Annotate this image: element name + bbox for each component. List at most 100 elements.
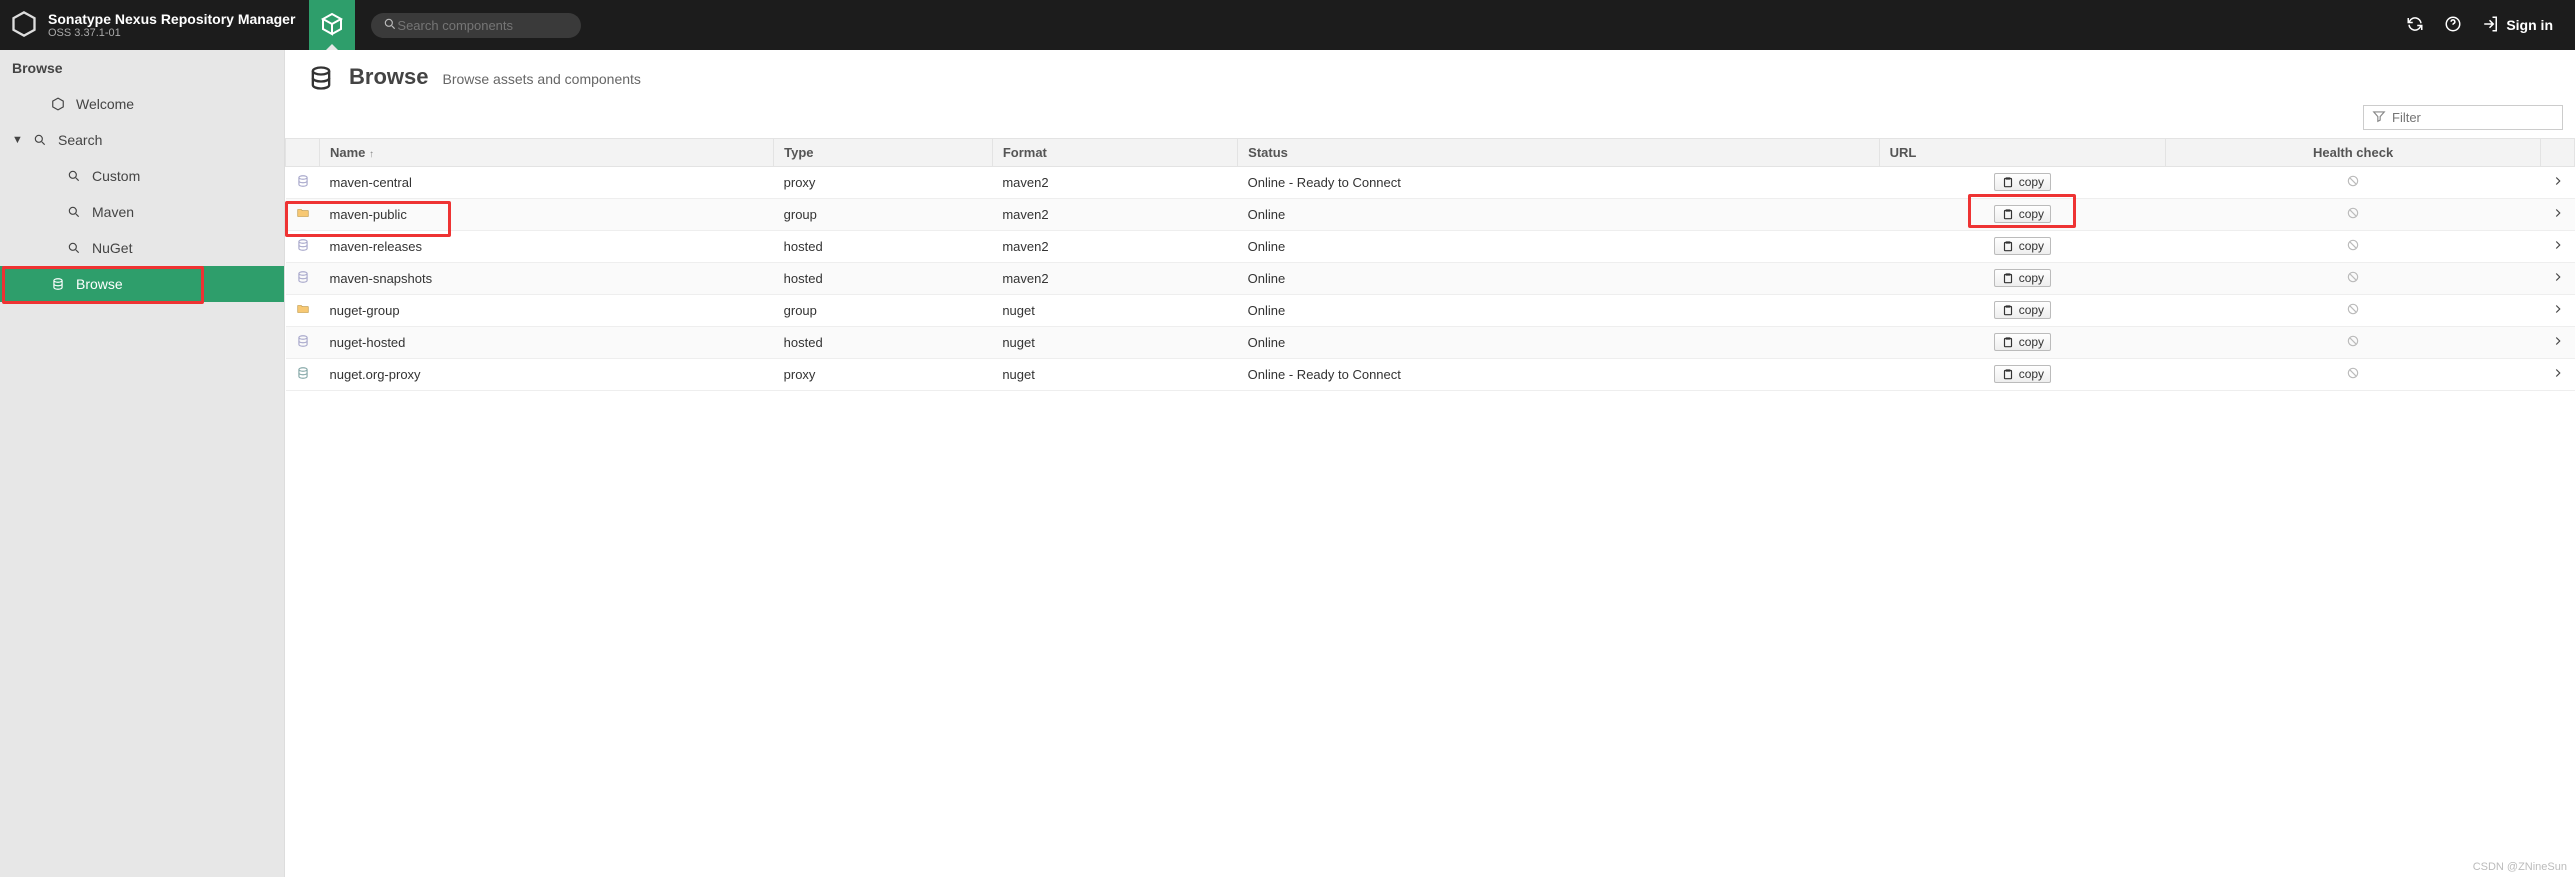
repo-name[interactable]: nuget-hosted: [330, 335, 764, 350]
ban-icon: [2346, 270, 2360, 284]
table-row[interactable]: maven-releaseshostedmaven2Onlinecopy: [286, 231, 2575, 263]
row-expand-chevron[interactable]: [2541, 231, 2575, 263]
refresh-button[interactable]: [2406, 15, 2424, 36]
caret-icon: ▼: [12, 134, 22, 146]
repo-status: Online: [1238, 327, 1879, 359]
main: Browse Browse assets and components Name…: [285, 50, 2575, 877]
chevron-right-icon: [2551, 302, 2565, 316]
sidebar-item-search[interactable]: ▼Search: [0, 122, 284, 158]
health-check[interactable]: [2166, 327, 2541, 359]
table-row[interactable]: maven-publicgroupmaven2Onlinecopy: [286, 199, 2575, 231]
repo-type: hosted: [774, 231, 993, 263]
col-url-label: URL: [1890, 145, 1917, 160]
sidebar-item-browse[interactable]: Browse: [0, 266, 284, 302]
row-expand-chevron[interactable]: [2541, 199, 2575, 231]
brand-text: Sonatype Nexus Repository Manager OSS 3.…: [48, 11, 295, 39]
sidebar-item-maven[interactable]: Maven: [0, 194, 284, 230]
table-row[interactable]: nuget-hosted hostednugetOnline copy: [286, 327, 2575, 359]
repo-name-label: maven-snapshots: [330, 271, 433, 286]
signin-icon: [2482, 15, 2500, 36]
sidebar-heading: Browse: [0, 50, 284, 86]
cube-icon: [320, 12, 344, 39]
repo-type-icon: [286, 327, 320, 359]
filter-input[interactable]: [2392, 110, 2554, 125]
sort-asc-icon: ↑: [369, 149, 374, 160]
repo-type: proxy: [774, 167, 993, 199]
table-row[interactable]: maven-centralproxymaven2Online - Ready t…: [286, 167, 2575, 199]
page-header: Browse Browse assets and components: [285, 50, 2575, 105]
repo-name[interactable]: maven-public: [330, 207, 764, 222]
repo-name[interactable]: nuget-group: [330, 303, 764, 318]
health-check[interactable]: [2166, 167, 2541, 199]
ban-icon: [2346, 366, 2360, 380]
search-icon: [32, 133, 48, 147]
brand-logo-icon: [10, 10, 38, 41]
health-check[interactable]: [2166, 295, 2541, 327]
repo-name-label: nuget-group: [330, 303, 400, 318]
row-expand-chevron[interactable]: [2541, 327, 2575, 359]
col-url[interactable]: URL: [1879, 139, 2166, 167]
col-health[interactable]: Health check: [2166, 139, 2541, 167]
clipboard-icon: [2001, 239, 2015, 253]
repo-format: maven2: [992, 231, 1237, 263]
copy-url-button[interactable]: copy: [1994, 365, 2051, 383]
page-title: Browse: [349, 64, 428, 90]
table-row[interactable]: maven-snapshots hostedmaven2Online copy: [286, 263, 2575, 295]
repo-type-icon: [286, 359, 320, 391]
database-icon: [307, 64, 335, 95]
copy-url-button[interactable]: copy: [1994, 173, 2051, 191]
search-input[interactable]: [397, 18, 569, 33]
repo-format: maven2: [992, 263, 1237, 295]
search-box[interactable]: [371, 13, 581, 38]
repo-name[interactable]: maven-central: [330, 175, 764, 190]
copy-url-button[interactable]: copy: [1994, 269, 2051, 287]
chevron-right-icon: [2551, 206, 2565, 220]
health-check[interactable]: [2166, 199, 2541, 231]
mode-browse-tile[interactable]: [309, 0, 355, 51]
sidebar-item-nuget[interactable]: NuGet: [0, 230, 284, 266]
copy-label: copy: [2019, 175, 2044, 189]
row-expand-chevron[interactable]: [2541, 263, 2575, 295]
ban-icon: [2346, 174, 2360, 188]
filter-icon: [2372, 109, 2386, 126]
watermark: CSDN @ZNineSun: [2473, 861, 2567, 873]
copy-url-button[interactable]: copy: [1994, 301, 2051, 319]
sidebar-item-label: Custom: [92, 168, 140, 184]
health-check[interactable]: [2166, 263, 2541, 295]
repo-name[interactable]: nuget.org-proxy: [330, 367, 764, 382]
copy-url-button[interactable]: copy: [1994, 333, 2051, 351]
help-button[interactable]: [2444, 15, 2462, 36]
sidebar-item-custom[interactable]: Custom: [0, 158, 284, 194]
filter-box[interactable]: [2363, 105, 2563, 130]
repo-name[interactable]: maven-snapshots: [330, 271, 764, 286]
global-search: [371, 13, 581, 38]
table-row[interactable]: nuget-groupgroupnugetOnlinecopy: [286, 295, 2575, 327]
app-version: OSS 3.37.1-01: [48, 27, 295, 39]
health-check[interactable]: [2166, 359, 2541, 391]
repo-status: Online - Ready to Connect: [1238, 359, 1879, 391]
repo-type-icon: [286, 199, 320, 231]
sidebar-item-welcome[interactable]: Welcome: [0, 86, 284, 122]
col-format[interactable]: Format: [992, 139, 1237, 167]
repo-status: Online - Ready to Connect: [1238, 167, 1879, 199]
repo-status: Online: [1238, 263, 1879, 295]
health-check[interactable]: [2166, 231, 2541, 263]
col-name[interactable]: Name ↑: [320, 139, 774, 167]
table-row[interactable]: nuget.org-proxyproxynugetOnline - Ready …: [286, 359, 2575, 391]
copy-url-button[interactable]: copy: [1994, 205, 2051, 223]
topbar-right: Sign in: [2406, 15, 2575, 36]
repo-type-icon: [286, 231, 320, 263]
repo-name[interactable]: maven-releases: [330, 239, 764, 254]
col-status[interactable]: Status: [1238, 139, 1879, 167]
repo-type: hosted: [774, 263, 993, 295]
row-expand-chevron[interactable]: [2541, 295, 2575, 327]
col-arrow: [2541, 139, 2575, 167]
chevron-right-icon: [2551, 270, 2565, 284]
row-expand-chevron[interactable]: [2541, 359, 2575, 391]
row-expand-chevron[interactable]: [2541, 167, 2575, 199]
signin-button[interactable]: Sign in: [2482, 15, 2553, 36]
col-type[interactable]: Type: [774, 139, 993, 167]
copy-url-button[interactable]: copy: [1994, 237, 2051, 255]
repo-format: nuget: [992, 327, 1237, 359]
repo-type: hosted: [774, 327, 993, 359]
